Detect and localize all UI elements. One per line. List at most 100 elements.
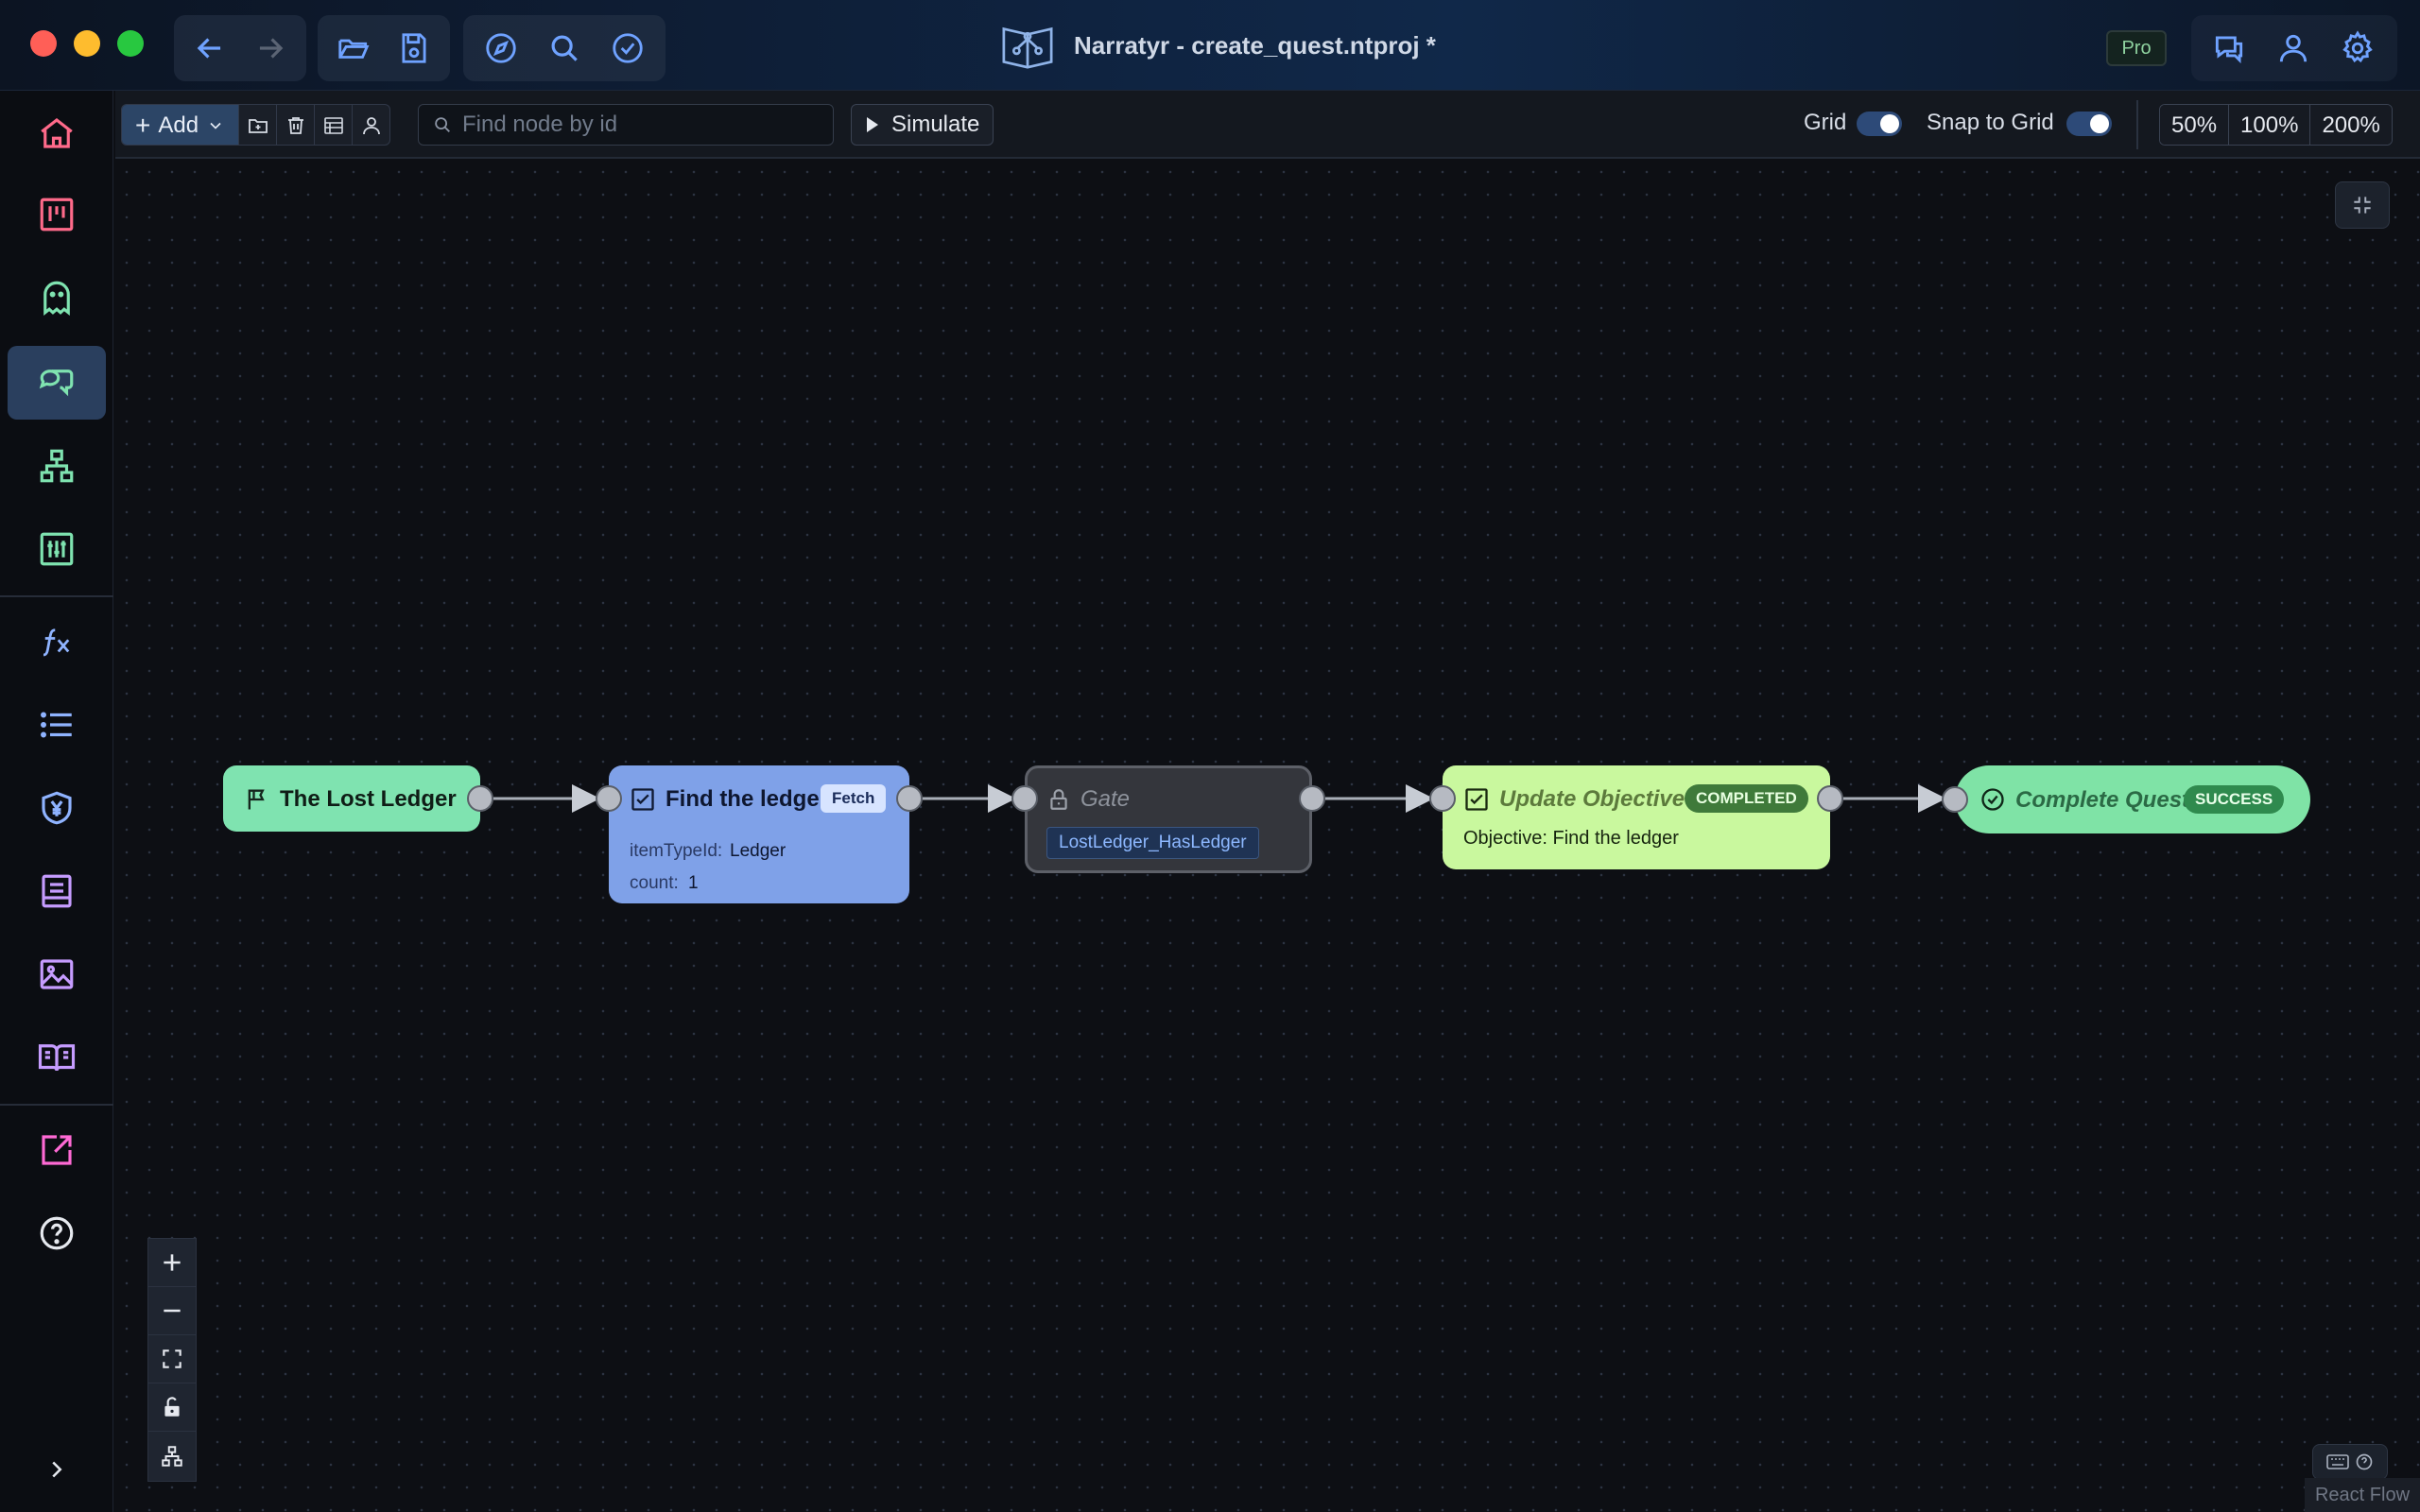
input-handle[interactable]	[1942, 786, 1968, 813]
help-icon	[40, 1216, 74, 1250]
fullscreen-icon	[163, 1349, 182, 1368]
csv-button[interactable]	[314, 105, 352, 145]
sidebar-item-export[interactable]	[8, 1113, 106, 1187]
save-button[interactable]	[388, 22, 441, 75]
plus-icon: +	[135, 111, 151, 140]
new-folder-button[interactable]	[238, 105, 276, 145]
fit-view-button[interactable]	[2335, 181, 2390, 229]
output-handle[interactable]	[1817, 785, 1843, 812]
back-button[interactable]	[183, 22, 236, 75]
auto-layout-button[interactable]	[148, 1432, 196, 1480]
input-handle[interactable]	[1429, 785, 1456, 812]
check-circle-icon	[1981, 788, 2004, 811]
gate-node[interactable]: Gate LostLedger_HasLedger	[1011, 765, 1325, 873]
zoom-200-button[interactable]: 200%	[2309, 105, 2392, 145]
minimize-window-button[interactable]	[74, 30, 100, 57]
sidebar-item-lore[interactable]	[8, 1021, 106, 1094]
user-icon	[2279, 34, 2308, 62]
sliders-icon	[40, 532, 74, 566]
forward-button[interactable]	[244, 22, 297, 75]
sidebar-item-quests[interactable]	[8, 429, 106, 503]
close-window-button[interactable]	[30, 30, 57, 57]
toggle-interactivity-button[interactable]	[148, 1383, 196, 1432]
check-circle-icon	[613, 33, 643, 63]
assign-character-button[interactable]	[352, 105, 389, 145]
document-icon	[42, 874, 72, 908]
sidebar-item-characters[interactable]	[8, 261, 106, 335]
field-value: 1	[688, 873, 699, 893]
toolbar-divider	[2136, 100, 2138, 149]
settings-button[interactable]	[2329, 22, 2386, 75]
search-input[interactable]	[462, 112, 821, 138]
sidebar-item-functions[interactable]	[8, 605, 106, 679]
keyboard-shortcuts-button[interactable]	[2312, 1444, 2388, 1480]
toggle-knob	[1880, 114, 1899, 133]
node-type-badge: Fetch	[821, 784, 887, 813]
search-icon	[551, 35, 578, 61]
zoom-preset-group: 50% 100% 200%	[2159, 104, 2393, 146]
open-project-button[interactable]	[327, 22, 380, 75]
output-handle[interactable]	[467, 785, 493, 812]
snap-to-grid-toggle[interactable]	[2066, 112, 2112, 136]
zoom-out-button[interactable]	[148, 1287, 196, 1335]
simulate-label: Simulate	[891, 112, 980, 137]
arrow-right-icon	[259, 38, 284, 59]
sidebar-expand-button[interactable]	[8, 1433, 106, 1506]
quest-start-node[interactable]: The Lost Ledger	[223, 765, 493, 832]
folder-plus-icon	[248, 119, 268, 133]
toggle-knob	[2090, 114, 2109, 133]
plan-badge[interactable]: Pro	[2106, 30, 2167, 66]
complete-quest-node[interactable]: Complete Quest SUCCESS	[1942, 765, 2310, 833]
status-badge: COMPLETED	[1685, 784, 1808, 813]
navigate-button[interactable]	[473, 22, 528, 75]
flow-canvas[interactable]: The Lost Ledger Find the ledger Fetch it…	[115, 161, 2420, 1512]
input-handle[interactable]	[596, 785, 622, 812]
sidebar-divider	[0, 1104, 113, 1106]
objective-text: Objective: Find the ledger	[1463, 828, 1679, 849]
sidebar-item-economy[interactable]	[8, 771, 106, 845]
simulate-button[interactable]: Simulate	[851, 104, 994, 146]
zoom-100-button[interactable]: 100%	[2228, 105, 2310, 145]
fit-view-control[interactable]	[148, 1335, 196, 1383]
sidebar-item-help[interactable]	[8, 1196, 106, 1270]
title-bar: Narratyr - create_quest.ntproj * Pro	[0, 0, 2420, 91]
lock-icon	[1050, 789, 1067, 810]
react-flow-attribution[interactable]: React Flow	[2305, 1478, 2420, 1512]
sidebar-item-lists[interactable]	[8, 688, 106, 762]
gear-icon	[2342, 30, 2373, 63]
output-handle[interactable]	[896, 785, 923, 812]
sidebar-item-board[interactable]	[8, 178, 106, 251]
zoom-50-button[interactable]: 50%	[2160, 105, 2229, 145]
sidebar-item-assets[interactable]	[8, 937, 106, 1011]
table-icon	[323, 117, 343, 134]
ghost-icon	[43, 281, 70, 317]
book-icon	[38, 1044, 76, 1072]
delete-button[interactable]	[276, 105, 314, 145]
sidebar-item-items[interactable]	[8, 854, 106, 928]
title-area: Narratyr - create_quest.ntproj *	[1000, 19, 1436, 72]
node-title: The Lost Ledger	[280, 786, 457, 812]
fetch-node[interactable]: Find the ledger Fetch itemTypeId: Ledger…	[596, 765, 923, 903]
maximize-window-button[interactable]	[117, 30, 144, 57]
unlock-icon	[164, 1397, 180, 1417]
sidebar-item-home[interactable]	[8, 96, 106, 170]
field-value: Ledger	[730, 841, 786, 861]
add-label: Add	[158, 112, 199, 138]
grid-toggle[interactable]	[1857, 112, 1902, 136]
checkbox-icon	[631, 788, 654, 811]
account-button[interactable]	[2265, 22, 2322, 75]
sidebar-item-dialogue[interactable]	[8, 346, 106, 420]
validate-button[interactable]	[600, 22, 656, 75]
add-node-button[interactable]: + Add	[122, 105, 239, 145]
zoom-in-button[interactable]	[148, 1239, 196, 1287]
output-handle[interactable]	[1299, 785, 1325, 812]
input-handle[interactable]	[1011, 785, 1038, 812]
field-key: count:	[630, 873, 679, 893]
currency-shield-icon	[42, 791, 72, 825]
kanban-board-icon	[40, 198, 74, 232]
sidebar-item-variables[interactable]	[8, 512, 106, 586]
search-button[interactable]	[536, 22, 592, 75]
hierarchy-icon	[40, 449, 74, 483]
feedback-button[interactable]	[2201, 22, 2257, 75]
update-objective-node[interactable]: Update Objective COMPLETED Objective: Fi…	[1429, 765, 1843, 869]
